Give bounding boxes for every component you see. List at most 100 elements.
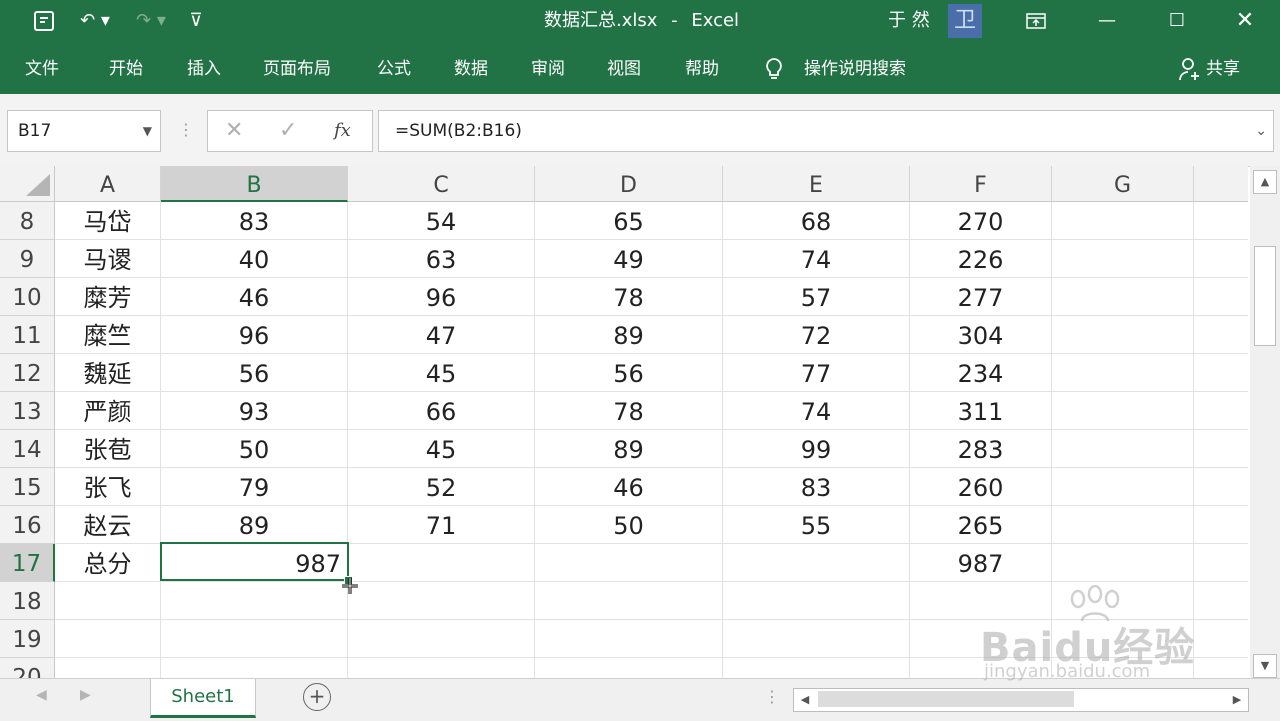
minimize-icon[interactable]: — (1090, 0, 1124, 42)
name-box[interactable]: B17 ▼ (7, 110, 161, 152)
cell-a11[interactable]: 糜竺 (55, 316, 161, 354)
column-header-f[interactable]: F (910, 166, 1052, 202)
cell-d10[interactable]: 78 (535, 278, 723, 316)
add-sheet-button[interactable]: + (303, 683, 331, 711)
row-header-20[interactable]: 20 (0, 658, 55, 678)
cell-c17[interactable] (348, 544, 535, 582)
cell-b10[interactable]: 46 (161, 278, 348, 316)
cell-d13[interactable]: 78 (535, 392, 723, 430)
cell-c11[interactable]: 47 (348, 316, 535, 354)
cell-d20[interactable] (535, 658, 723, 678)
cell-c8[interactable]: 54 (348, 202, 535, 240)
cell-g15[interactable] (1052, 468, 1194, 506)
cell-g11[interactable] (1052, 316, 1194, 354)
cell-a16[interactable]: 赵云 (55, 506, 161, 544)
row-header-17[interactable]: 17 (0, 544, 55, 582)
cell-d19[interactable] (535, 620, 723, 658)
cell-b13[interactable]: 93 (161, 392, 348, 430)
cell-b17[interactable]: 987 (161, 544, 348, 582)
cell-a15[interactable]: 张飞 (55, 468, 161, 506)
horizontal-scroll-thumb[interactable] (818, 691, 1074, 707)
cell-c18[interactable] (348, 582, 535, 620)
cell-d11[interactable]: 89 (535, 316, 723, 354)
cell-b16[interactable]: 89 (161, 506, 348, 544)
row-header-11[interactable]: 11 (0, 316, 55, 354)
column-header-e[interactable]: E (723, 166, 910, 202)
lightbulb-icon[interactable] (764, 57, 784, 85)
cell-g14[interactable] (1052, 430, 1194, 468)
cell-f20[interactable] (910, 658, 1052, 678)
cell-g20[interactable] (1052, 658, 1194, 678)
cell-b18[interactable] (161, 582, 348, 620)
column-header-g[interactable]: G (1052, 166, 1194, 202)
cell-partial[interactable] (1194, 354, 1248, 392)
cell-d14[interactable]: 89 (535, 430, 723, 468)
cell-b9[interactable]: 40 (161, 240, 348, 278)
prev-sheet-icon[interactable]: ◀ (36, 687, 47, 703)
cell-d15[interactable]: 46 (535, 468, 723, 506)
cell-partial[interactable] (1194, 620, 1248, 658)
cell-c15[interactable]: 52 (348, 468, 535, 506)
cell-d16[interactable]: 50 (535, 506, 723, 544)
scroll-down-icon[interactable]: ▼ (1253, 654, 1277, 678)
drag-handle-icon[interactable]: ⋮ (178, 110, 194, 150)
next-sheet-icon[interactable]: ▶ (80, 687, 91, 703)
enter-icon[interactable]: ✓ (279, 111, 297, 151)
cell-g12[interactable] (1052, 354, 1194, 392)
cell-b19[interactable] (161, 620, 348, 658)
cell-c9[interactable]: 63 (348, 240, 535, 278)
cell-f11[interactable]: 304 (910, 316, 1052, 354)
cell-e9[interactable]: 74 (723, 240, 910, 278)
cell-c14[interactable]: 45 (348, 430, 535, 468)
expand-formula-icon[interactable]: ⌄ (1255, 111, 1267, 151)
split-handle-icon[interactable]: ⋮ (764, 687, 780, 706)
cell-g18[interactable] (1052, 582, 1194, 620)
cell-partial[interactable] (1194, 278, 1248, 316)
cell-a19[interactable] (55, 620, 161, 658)
cell-partial[interactable] (1194, 506, 1248, 544)
cell-b12[interactable]: 56 (161, 354, 348, 392)
tab-review[interactable]: 审阅 (531, 42, 565, 94)
cell-b11[interactable]: 96 (161, 316, 348, 354)
scroll-right-icon[interactable]: ▶ (1228, 689, 1246, 711)
cell-e14[interactable]: 99 (723, 430, 910, 468)
cell-f17[interactable]: 987 (910, 544, 1052, 582)
cell-g10[interactable] (1052, 278, 1194, 316)
cell-b15[interactable]: 79 (161, 468, 348, 506)
column-header-c[interactable]: C (348, 166, 535, 202)
cell-c20[interactable] (348, 658, 535, 678)
worksheet-grid[interactable]: A B C D E F G 8 马岱 83 54 65 68 270 9 马谡 40 63 49 74 2… (0, 166, 1248, 678)
cell-a10[interactable]: 糜芳 (55, 278, 161, 316)
cell-d9[interactable]: 49 (535, 240, 723, 278)
cell-g8[interactable] (1052, 202, 1194, 240)
row-header-8[interactable]: 8 (0, 202, 55, 240)
undo-icon[interactable]: ↶ ▾ (72, 0, 118, 42)
cell-a17[interactable]: 总分 (55, 544, 161, 582)
cell-a12[interactable]: 魏延 (55, 354, 161, 392)
share-icon[interactable] (1178, 56, 1202, 86)
cell-a13[interactable]: 严颜 (55, 392, 161, 430)
sheet-tab-sheet1[interactable]: Sheet1 (150, 679, 256, 718)
cell-partial[interactable] (1194, 202, 1248, 240)
cell-e11[interactable]: 72 (723, 316, 910, 354)
cell-c13[interactable]: 66 (348, 392, 535, 430)
row-header-15[interactable]: 15 (0, 468, 55, 506)
select-all-button[interactable] (0, 166, 55, 202)
tab-page-layout[interactable]: 页面布局 (263, 42, 331, 94)
cell-e15[interactable]: 83 (723, 468, 910, 506)
cell-e8[interactable]: 68 (723, 202, 910, 240)
cell-a8[interactable]: 马岱 (55, 202, 161, 240)
cell-e17[interactable] (723, 544, 910, 582)
maximize-icon[interactable]: ☐ (1160, 0, 1194, 42)
cell-d18[interactable] (535, 582, 723, 620)
scroll-left-icon[interactable]: ◀ (796, 689, 814, 711)
cell-partial[interactable] (1194, 430, 1248, 468)
tab-home[interactable]: 开始 (109, 42, 143, 94)
row-header-10[interactable]: 10 (0, 278, 55, 316)
column-header-d[interactable]: D (535, 166, 723, 202)
row-header-14[interactable]: 14 (0, 430, 55, 468)
cell-g17[interactable] (1052, 544, 1194, 582)
autosave-icon[interactable] (28, 0, 60, 42)
cell-d17[interactable] (535, 544, 723, 582)
column-header-a[interactable]: A (55, 166, 161, 202)
